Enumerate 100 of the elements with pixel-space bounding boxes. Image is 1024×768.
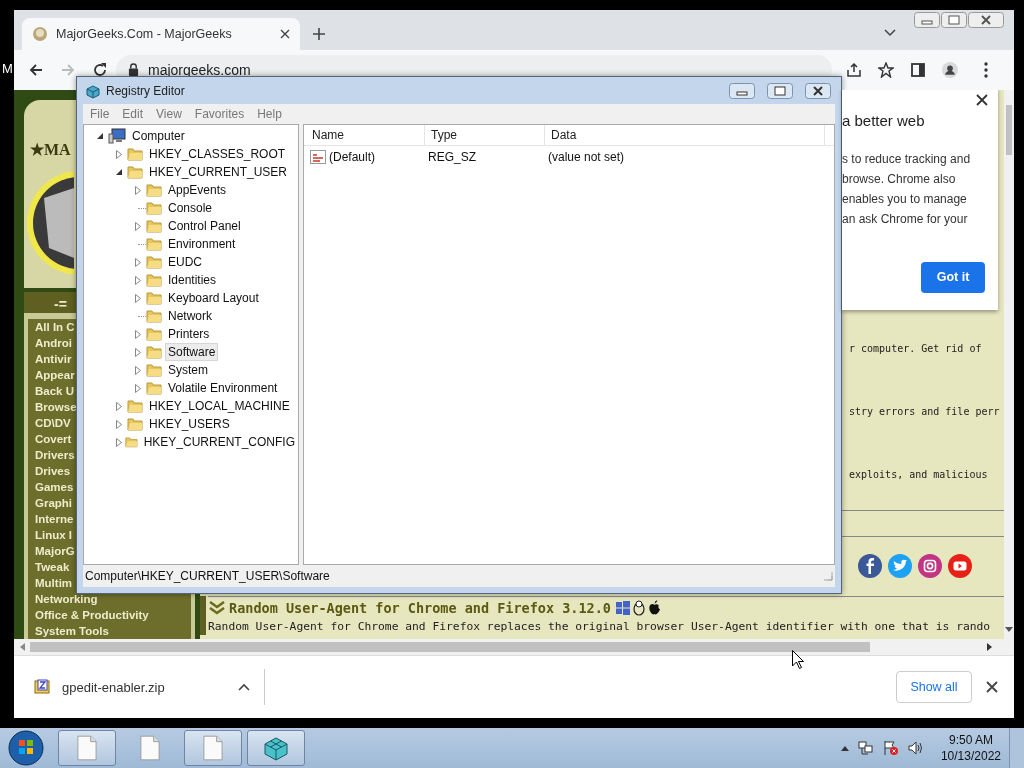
collapsed-icon[interactable]: [116, 419, 122, 429]
tree-node[interactable]: HKEY_USERS: [146, 415, 233, 433]
maximize-icon[interactable]: [767, 82, 793, 99]
tree-node[interactable]: Printers: [165, 325, 213, 343]
show-all-button[interactable]: Show all: [896, 671, 972, 704]
new-tab-icon[interactable]: [312, 26, 326, 41]
window-title: Registry Editor: [106, 83, 185, 98]
horizontal-scrollbar[interactable]: [14, 639, 1014, 656]
tree-node[interactable]: HKEY_CURRENT_USER: [146, 163, 291, 181]
tree-node[interactable]: Volatile Environment: [165, 379, 281, 397]
close-icon[interactable]: [986, 681, 998, 694]
tree-node[interactable]: HKEY_LOCAL_MACHINE: [146, 397, 293, 415]
resize-grip-icon[interactable]: [823, 571, 833, 581]
caret-up-icon[interactable]: [238, 683, 250, 692]
tree-node[interactable]: Software: [165, 343, 219, 361]
maximize-icon[interactable]: [941, 12, 967, 28]
table-cell: REG_SZ: [428, 150, 476, 164]
minimize-icon[interactable]: [729, 82, 755, 99]
collapsed-icon[interactable]: [116, 401, 122, 411]
article-title[interactable]: Random User-Agent for Chrome and Firefox 3.12.0: [229, 599, 611, 616]
collapsed-icon[interactable]: [135, 185, 141, 195]
minimize-icon[interactable]: [914, 12, 940, 28]
youtube-icon[interactable]: [948, 553, 972, 578]
document-icon: [77, 735, 97, 761]
clock[interactable]: 9:50 AM 10/13/2022: [940, 732, 1001, 764]
menu-icon[interactable]: [984, 61, 988, 78]
collapsed-icon[interactable]: [135, 383, 141, 393]
tree-node[interactable]: EUDC: [165, 253, 205, 271]
collapsed-icon[interactable]: [135, 221, 141, 231]
collapsed-icon[interactable]: [116, 437, 122, 447]
start-button[interactable]: [8, 730, 44, 766]
tree-node[interactable]: HKEY_CURRENT_CONFIG: [140, 433, 298, 451]
table-cell: (value not set): [548, 150, 625, 164]
tree-node[interactable]: Identities: [165, 271, 220, 289]
folder-icon: [146, 200, 162, 216]
share-icon[interactable]: [846, 61, 862, 78]
back-icon[interactable]: [28, 61, 44, 78]
taskbar-button[interactable]: [247, 730, 305, 766]
expanded-icon[interactable]: [116, 168, 123, 176]
speaker-icon[interactable]: [907, 740, 924, 756]
close-icon[interactable]: [968, 12, 1004, 28]
logo-text: ★MA: [30, 139, 71, 159]
close-icon[interactable]: [280, 28, 290, 39]
popup-text: s to reduce tracking and: [842, 150, 972, 168]
document-icon: [203, 735, 223, 761]
column-header[interactable]: Type: [425, 125, 545, 145]
facebook-icon[interactable]: [858, 553, 882, 578]
description-text: exploits, and malicious: [849, 467, 989, 481]
clock-date: 10/13/2022: [940, 748, 1001, 764]
menu-item[interactable]: Help: [257, 107, 282, 121]
column-header[interactable]: Data: [545, 125, 825, 145]
category-link[interactable]: Office & Productivity: [28, 607, 191, 624]
taskbar-button[interactable]: [58, 730, 116, 766]
reload-icon[interactable]: [92, 61, 108, 78]
expanded-icon[interactable]: [97, 132, 104, 140]
tree-node[interactable]: System: [165, 361, 211, 379]
scroll-down-icon[interactable]: [1005, 627, 1013, 634]
profile-icon[interactable]: [942, 61, 958, 78]
folder-icon: [127, 164, 143, 180]
browser-tab[interactable]: MajorGeeks.Com - MajorGeeks: [22, 17, 300, 50]
column-header[interactable]: Name: [306, 125, 425, 145]
menu-item[interactable]: Edit: [122, 107, 144, 121]
tree-node[interactable]: Console: [165, 199, 216, 217]
menu-item[interactable]: File: [90, 107, 110, 121]
got-it-button[interactable]: Got it: [921, 261, 985, 293]
collapsed-icon[interactable]: [135, 293, 141, 303]
flag-alert-icon[interactable]: [882, 740, 899, 756]
taskbar-button[interactable]: [184, 730, 242, 766]
collapsed-icon[interactable]: [116, 149, 122, 159]
menu-item[interactable]: View: [156, 107, 182, 121]
network-icon[interactable]: [857, 740, 874, 756]
popup-title: a better web: [842, 111, 926, 129]
tree-node[interactable]: HKEY_CLASSES_ROOT: [146, 145, 289, 163]
popup-text: an ask Chrome for your: [842, 210, 969, 228]
category-link[interactable]: System Tools: [28, 623, 191, 640]
vertical-scrollbar[interactable]: [1004, 89, 1014, 640]
collapsed-icon[interactable]: [135, 257, 141, 267]
description-text: r computer. Get rid of: [849, 341, 983, 355]
scroll-left-icon[interactable]: [20, 643, 26, 652]
download-item[interactable]: gpedit-enabler.zip: [34, 679, 250, 696]
scroll-right-icon[interactable]: [986, 643, 992, 652]
tree-node[interactable]: Environment: [165, 235, 239, 253]
tree-node[interactable]: Control Panel: [165, 217, 244, 235]
side-panel-icon[interactable]: [910, 61, 926, 78]
show-hidden-icons[interactable]: [840, 745, 849, 751]
double-chevron-icon: [208, 600, 226, 615]
collapsed-icon[interactable]: [135, 329, 141, 339]
collapsed-icon[interactable]: [135, 275, 141, 285]
star-icon[interactable]: [878, 61, 894, 78]
chevron-down-icon[interactable]: [884, 28, 896, 37]
twitter-icon[interactable]: [888, 553, 912, 578]
menu-item[interactable]: Favorites: [194, 107, 245, 121]
collapsed-icon[interactable]: [135, 347, 141, 357]
close-icon[interactable]: [976, 93, 988, 106]
document-icon: [140, 735, 160, 761]
tree-node[interactable]: Computer: [129, 127, 188, 145]
tree-node[interactable]: AppEvents: [165, 181, 230, 199]
collapsed-icon[interactable]: [135, 365, 141, 375]
close-icon[interactable]: [805, 82, 831, 99]
instagram-icon[interactable]: [918, 553, 942, 578]
